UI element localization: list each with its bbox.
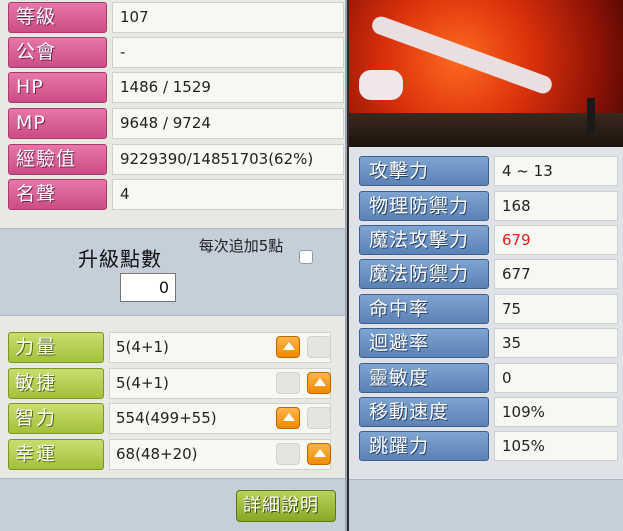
hp-label: HP (8, 72, 107, 103)
int-label: 智力 (8, 403, 104, 434)
per-add-checkbox[interactable] (299, 250, 313, 264)
detail-value-magic-atk: 679 (494, 225, 618, 255)
guild-value: - (112, 37, 344, 68)
ability-points-title: 升級點數 (78, 247, 162, 271)
detail-label-magic-def: 魔法防禦力 (359, 259, 489, 289)
detail-label-attack: 攻擊力 (359, 156, 489, 186)
int-disabled-button (307, 407, 331, 429)
detail-label-avoid: 迴避率 (359, 328, 489, 358)
detail-label-magic-atk: 魔法攻擊力 (359, 225, 489, 255)
right-bottom-bar (349, 479, 623, 531)
luk-label: 幸運 (8, 439, 104, 470)
level-label: 等級 (8, 2, 107, 33)
str-up-button[interactable] (276, 336, 300, 358)
detail-value-agility: 0 (494, 363, 618, 393)
game-scene-image (349, 0, 623, 147)
detail-value-magic-def: 677 (494, 259, 618, 289)
ability-points-value: 0 (120, 273, 176, 302)
mp-value: 9648 / 9724 (112, 108, 344, 139)
fame-value: 4 (112, 179, 344, 210)
mp-label: MP (8, 108, 107, 139)
detail-value-phys-def: 168 (494, 191, 618, 221)
scene-ground (349, 113, 623, 147)
ability-points-area: 升級點數 (0, 228, 345, 316)
detail-value-avoid: 35 (494, 328, 618, 358)
fame-label: 名聲 (8, 179, 107, 210)
level-value: 107 (112, 2, 344, 33)
skeleton-skull (359, 70, 403, 100)
int-up-button[interactable] (276, 407, 300, 429)
detail-button[interactable]: 詳細說明 (236, 490, 336, 522)
per-add-label: 每次追加5點 (198, 237, 284, 255)
luk-disabled-button (276, 443, 300, 465)
scene-pole (587, 98, 595, 134)
exp-value: 9229390/14851703(62%) (112, 144, 344, 175)
detail-label-jump: 跳躍力 (359, 431, 489, 461)
dex-disabled-button (276, 372, 300, 394)
str-disabled-button (307, 336, 331, 358)
str-label: 力量 (8, 332, 104, 363)
dex-up-button[interactable] (307, 372, 331, 394)
detail-label-agility: 靈敏度 (359, 363, 489, 393)
detail-value-speed: 109% (494, 397, 618, 427)
exp-label: 經驗值 (8, 144, 107, 175)
detail-value-attack: 4 ~ 13 (494, 156, 618, 186)
detail-label-accuracy: 命中率 (359, 294, 489, 324)
luk-up-button[interactable] (307, 443, 331, 465)
dex-label: 敏捷 (8, 368, 104, 399)
detail-label-speed: 移動速度 (359, 397, 489, 427)
detail-value-jump: 105% (494, 431, 618, 461)
hp-value: 1486 / 1529 (112, 72, 344, 103)
detail-label-phys-def: 物理防禦力 (359, 191, 489, 221)
detail-value-accuracy: 75 (494, 294, 618, 324)
guild-label: 公會 (8, 37, 107, 68)
